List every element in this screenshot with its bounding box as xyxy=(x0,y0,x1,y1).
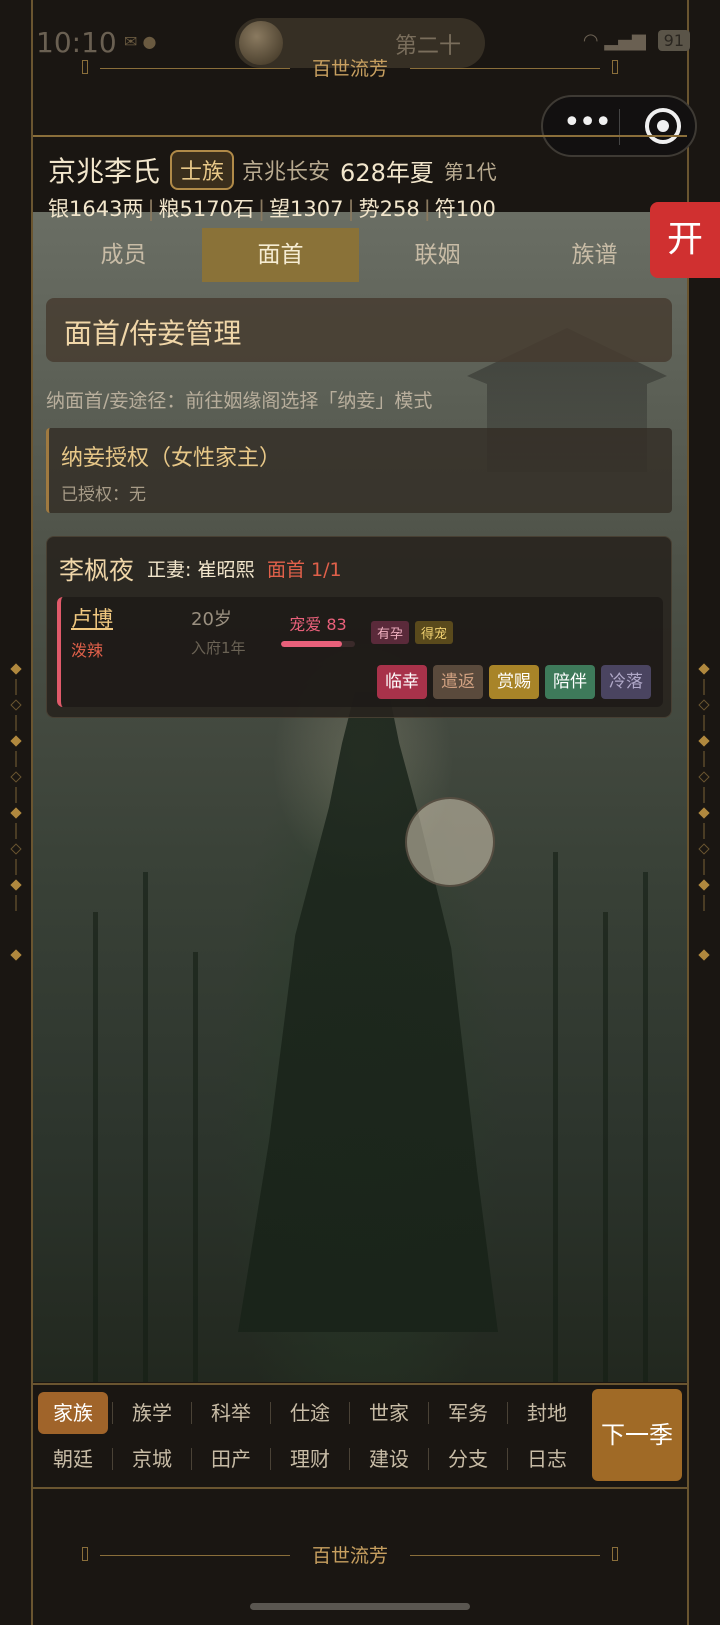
favor-label: 宠爱 83 xyxy=(289,615,347,634)
resource-silver: 银1643两 xyxy=(48,197,144,221)
resource-grain: 粮5170石 xyxy=(158,197,254,221)
resources-bar: 银1643两 | 粮5170石 | 望1307 | 势258 | 符100 xyxy=(48,197,496,221)
consort-count: 面首 1/1 xyxy=(267,559,342,581)
resource-tally: 符100 xyxy=(434,197,496,221)
tab-consorts[interactable]: 面首 xyxy=(202,228,359,282)
current-season: 628年夏 xyxy=(340,158,434,187)
member-name: 李枫夜 xyxy=(59,556,135,585)
status-badges: 有孕 得宠 xyxy=(371,621,454,644)
nav-branches[interactable]: 分支 xyxy=(428,1438,503,1480)
generation: 第1代 xyxy=(443,159,497,184)
close-miniapp-icon[interactable] xyxy=(645,108,681,144)
neglect-button[interactable]: 冷落 xyxy=(601,665,651,699)
spouse-label: 正妻: 崔昭熙 xyxy=(147,559,255,581)
consort-name-link[interactable]: 卢博 xyxy=(71,603,113,633)
nav-noble-houses[interactable]: 世家 xyxy=(349,1392,424,1434)
wifi-icon: ◠ xyxy=(582,30,599,51)
family-location: 京兆长安 xyxy=(242,160,331,185)
tab-genealogy[interactable]: 族谱 xyxy=(516,228,673,282)
nav-finance[interactable]: 理财 xyxy=(270,1438,345,1480)
bottom-nav: 家族 族学 科举 仕途 世家 军务 封地 朝廷 京城 田产 理财 建设 分支 日… xyxy=(38,1390,592,1482)
favored-badge: 得宠 xyxy=(415,621,454,644)
favor-fill xyxy=(281,641,343,647)
nav-exam[interactable]: 科举 xyxy=(191,1392,266,1434)
authorization-title: 纳妾授权（女性家主） xyxy=(61,446,282,471)
reward-button[interactable]: 赏赐 xyxy=(489,665,539,699)
consort-age: 20岁 xyxy=(191,609,232,630)
consort-trait: 泼辣 xyxy=(71,641,104,660)
favor-track xyxy=(281,641,355,647)
nav-career[interactable]: 仕途 xyxy=(270,1392,345,1434)
page-title: 面首/侍妾管理 xyxy=(64,317,242,350)
dismiss-button[interactable]: 遣返 xyxy=(433,665,483,699)
nav-military[interactable]: 军务 xyxy=(428,1392,503,1434)
consort-row: 卢博 泼辣 20岁 入府1年 宠爱 83 有孕 得宠 临幸 遣返 赏赐 陪伴 冷… xyxy=(57,597,663,707)
consort-actions: 临幸 遣返 赏赐 陪伴 冷落 xyxy=(377,665,651,699)
signal-icon: ▂▄▆ xyxy=(604,30,646,51)
tab-marriage[interactable]: 联姻 xyxy=(359,228,516,282)
nav-construction[interactable]: 建设 xyxy=(349,1438,424,1480)
family-header: 京兆李氏 士族 京兆长安 628年夏 第1代 xyxy=(48,150,497,190)
consort-tenure: 入府1年 xyxy=(191,639,246,657)
nav-court[interactable]: 朝廷 xyxy=(38,1438,108,1480)
authorization-panel: 纳妾授权（女性家主） 已授权：无 xyxy=(46,428,672,513)
nav-capital[interactable]: 京城 xyxy=(112,1438,187,1480)
resource-prestige: 望1307 xyxy=(269,197,344,221)
notification-icons: ✉ ● xyxy=(124,32,157,51)
tab-bar: 成员 面首 联姻 族谱 xyxy=(45,228,673,282)
member-card: 李枫夜 正妻: 崔昭熙 面首 1/1 卢博 泼辣 20岁 入府1年 宠爱 83 … xyxy=(46,536,672,718)
favor-meter: 宠爱 83 xyxy=(281,611,355,647)
nav-family[interactable]: 家族 xyxy=(38,1392,108,1434)
next-season-button[interactable]: 下一季 xyxy=(592,1389,682,1481)
family-name: 京兆李氏 xyxy=(48,155,161,188)
nav-clan-school[interactable]: 族学 xyxy=(112,1392,187,1434)
authorization-status: 已授权：无 xyxy=(61,485,146,505)
nav-estate[interactable]: 田产 xyxy=(191,1438,266,1480)
nav-log[interactable]: 日志 xyxy=(507,1438,582,1480)
accompany-button[interactable]: 陪伴 xyxy=(545,665,595,699)
pregnant-badge: 有孕 xyxy=(371,621,410,644)
home-indicator[interactable] xyxy=(250,1603,470,1610)
tab-members[interactable]: 成员 xyxy=(45,228,202,282)
concubine-hint: 纳面首/妾途径：前往姻缘阁选择「纳妾」模式 xyxy=(46,390,433,412)
system-icons: ◠ ▂▄▆ 91 xyxy=(583,30,690,51)
visit-button[interactable]: 临幸 xyxy=(377,665,427,699)
brand-header: 百世流芳 xyxy=(80,58,620,80)
nav-fief[interactable]: 封地 xyxy=(507,1392,582,1434)
rank-badge: 士族 xyxy=(170,150,235,190)
brand-footer: 百世流芳 xyxy=(80,1545,620,1567)
page-title-panel: 面首/侍妾管理 xyxy=(46,298,672,362)
miniapp-capsule[interactable]: ••• xyxy=(541,95,697,157)
resource-power: 势258 xyxy=(358,197,420,221)
battery-icon: 91 xyxy=(657,30,690,51)
